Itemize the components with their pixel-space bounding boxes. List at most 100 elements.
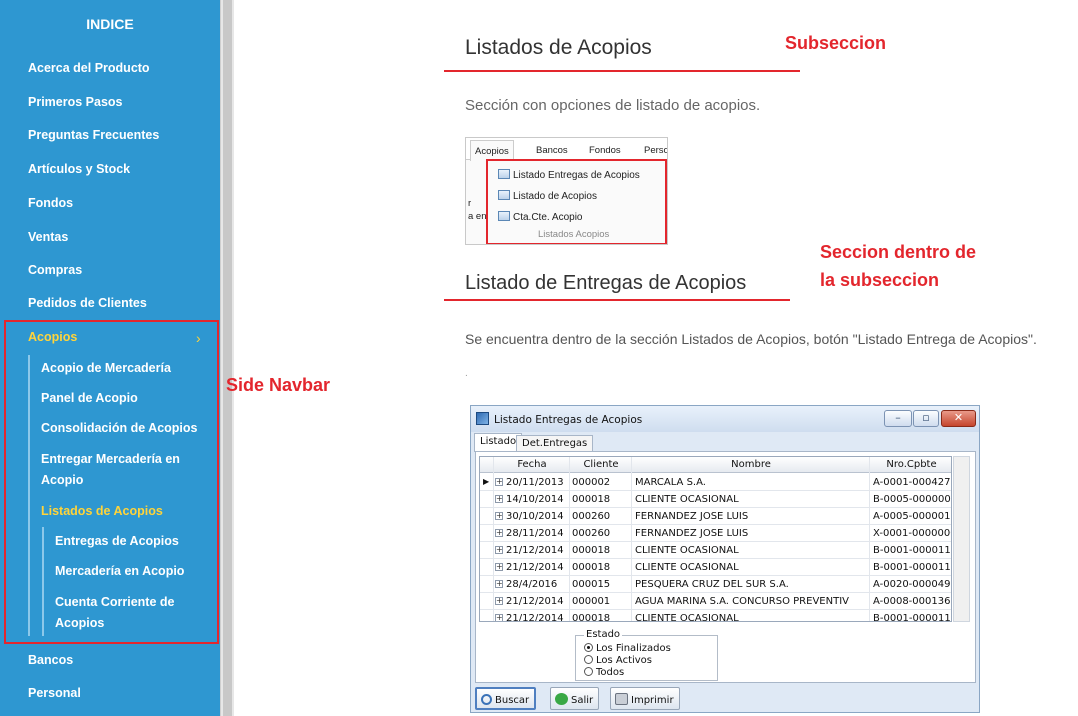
- sidebar-item-acerca-del-producto[interactable]: Acerca del Producto: [28, 61, 150, 75]
- radio-los-activos[interactable]: Los Activos: [584, 655, 652, 666]
- column-header-nro-cpbte[interactable]: Nro.Cpbte: [870, 459, 951, 470]
- table-row[interactable]: +30/10/2014 000260 FERNANDEZ JOSE LUIS A-00…: [480, 508, 951, 525]
- expand-row-icon[interactable]: +: [495, 529, 503, 537]
- cell-fecha: 21/12/2014: [506, 613, 564, 622]
- table-row[interactable]: +21/12/2014 000001 AGUA MARINA S.A. CONCUR…: [480, 593, 951, 610]
- table-row[interactable]: +28/11/2014 000260 FERNANDEZ JOSE LUIS X-00…: [480, 525, 951, 542]
- table-row[interactable]: +21/12/2014 000018 CLIENTE OCASIONAL B-0001…: [480, 559, 951, 576]
- cell-fecha: 21/12/2014: [506, 596, 564, 607]
- cell-fecha: 28/4/2016: [506, 579, 558, 590]
- cell-cliente: 000018: [572, 545, 611, 556]
- table-row[interactable]: +21/12/2014 000018 CLIENTE OCASIONAL B-0001…: [480, 542, 951, 559]
- sidebar-item-preguntas-frecuentes[interactable]: Preguntas Frecuentes: [28, 128, 159, 142]
- annotation-seccion-line1: Seccion dentro de: [820, 242, 977, 262]
- ribbon-tab-bancos[interactable]: Bancos: [536, 145, 568, 156]
- expand-row-icon[interactable]: +: [495, 614, 503, 621]
- sidebar-item-fondos[interactable]: Fondos: [28, 196, 73, 210]
- cell-nro-cpbte: A-0001-00042729: [873, 477, 951, 488]
- expand-row-icon[interactable]: +: [495, 597, 503, 605]
- salir-button[interactable]: Salir: [550, 687, 600, 710]
- sidebar-item-consolidacion-de-acopios[interactable]: Consolidación de Acopios: [41, 418, 198, 439]
- ribbon-ctacte-acopio-button[interactable]: Cta.Cte. Acopio: [498, 211, 582, 223]
- tab-listado[interactable]: Listado: [474, 433, 523, 452]
- imprimir-button[interactable]: Imprimir: [610, 687, 680, 710]
- cell-cliente: 000015: [572, 579, 611, 590]
- minimize-button[interactable]: –: [884, 410, 912, 427]
- section-paragraph: Se encuentra dentro de la sección Listad…: [465, 331, 1037, 347]
- cell-fecha: 28/11/2014: [506, 528, 564, 539]
- sidebar-item-entregas-de-acopios[interactable]: Entregas de Acopios: [55, 531, 179, 552]
- cell-cliente: 000018: [572, 562, 611, 573]
- sidebar-item-ventas[interactable]: Ventas: [28, 230, 68, 244]
- section-heading: Listado de Entregas de Acopios: [465, 272, 747, 294]
- grid-scrollbar[interactable]: [953, 456, 970, 622]
- sidebar-item-pedidos-de-clientes[interactable]: Pedidos de Clientes: [28, 296, 147, 310]
- ribbon-tab-fondos[interactable]: Fondos: [589, 145, 621, 156]
- sidebar-item-mercaderia-en-acopio[interactable]: Mercadería en Acopio: [55, 561, 184, 582]
- table-row[interactable]: ▶ +20/11/2013 000002 MARCALA S.A. A-0001-000…: [480, 474, 951, 491]
- column-header-fecha[interactable]: Fecha: [494, 459, 570, 470]
- ribbon-tab-personal[interactable]: Perso: [644, 145, 667, 156]
- sidebar-item-personal[interactable]: Personal: [28, 686, 81, 700]
- side-navbar: INDICE Acerca del Producto Primeros Paso…: [0, 0, 220, 716]
- sidebar-item-primeros-pasos[interactable]: Primeros Pasos: [28, 95, 123, 109]
- cell-fecha: 14/10/2014: [506, 494, 564, 505]
- button-label: Imprimir: [631, 695, 674, 706]
- close-button[interactable]: ✕: [941, 410, 976, 427]
- cell-fecha: 20/11/2013: [506, 477, 564, 488]
- ribbon-listado-entregas-button[interactable]: Listado Entregas de Acopios: [498, 169, 640, 181]
- expand-row-icon[interactable]: +: [495, 546, 503, 554]
- cell-nombre: FERNANDEZ JOSE LUIS: [635, 528, 749, 539]
- expand-row-icon[interactable]: +: [495, 478, 503, 486]
- window-footer: Buscar Salir Imprimir: [471, 684, 979, 712]
- column-header-nombre[interactable]: Nombre: [632, 459, 870, 470]
- expand-row-icon[interactable]: +: [495, 495, 503, 503]
- window-titlebar[interactable]: Listado Entregas de Acopios – ▫ ✕: [471, 406, 979, 432]
- sidebar-item-bancos[interactable]: Bancos: [28, 653, 73, 667]
- report-icon: [498, 190, 510, 200]
- listado-panel: Fecha Cliente Nombre Nro.Cpbte ▶ +20/11/2…: [475, 451, 976, 683]
- expand-row-icon[interactable]: +: [495, 580, 503, 588]
- cell-nro-cpbte: X-0001-00000002: [873, 528, 951, 539]
- tab-det-entregas[interactable]: Det.Entregas: [516, 435, 594, 452]
- cell-nombre: CLIENTE OCASIONAL: [635, 545, 739, 556]
- scrollbar-thumb[interactable]: [223, 0, 232, 716]
- chevron-right-icon[interactable]: ›: [196, 330, 201, 346]
- cell-nombre: CLIENTE OCASIONAL: [635, 613, 739, 622]
- sidebar-item-articulos-y-stock[interactable]: Artículos y Stock: [28, 162, 130, 176]
- radio-label: Todos: [596, 667, 625, 678]
- cell-nro-cpbte: A-0008-00013672: [873, 596, 951, 607]
- expand-row-icon[interactable]: +: [495, 512, 503, 520]
- maximize-button[interactable]: ▫: [913, 410, 939, 427]
- stray-dot: .: [465, 368, 468, 379]
- sidebar-scrollbar[interactable]: [220, 0, 234, 716]
- radio-todos[interactable]: Todos: [584, 667, 624, 678]
- ribbon-tab-acopios[interactable]: Acopios: [470, 140, 514, 161]
- expand-row-icon[interactable]: +: [495, 563, 503, 571]
- ribbon-item-label: Listado Entregas de Acopios: [513, 170, 640, 181]
- ribbon-tabs: Acopios Bancos Fondos Perso: [466, 138, 667, 161]
- sidebar-item-acopio-de-mercaderia[interactable]: Acopio de Mercadería: [41, 358, 171, 379]
- table-row[interactable]: +28/4/2016 000015 PESQUERA CRUZ DEL SUR S.…: [480, 576, 951, 593]
- table-row[interactable]: +21/12/2014 000018 CLIENTE OCASIONAL B-0001…: [480, 610, 951, 622]
- radio-los-finalizados[interactable]: Los Finalizados: [584, 643, 671, 654]
- cell-fecha: 21/12/2014: [506, 545, 564, 556]
- buscar-button[interactable]: Buscar: [475, 687, 537, 710]
- sidebar-item-panel-de-acopio[interactable]: Panel de Acopio: [41, 388, 138, 409]
- entregas-grid[interactable]: Fecha Cliente Nombre Nro.Cpbte ▶ +20/11/2…: [479, 456, 952, 622]
- current-row-marker: ▶: [483, 477, 490, 486]
- table-row[interactable]: +14/10/2014 000018 CLIENTE OCASIONAL B-0005…: [480, 491, 951, 508]
- column-header-cliente[interactable]: Cliente: [570, 459, 632, 470]
- radio-dot: [584, 655, 593, 664]
- sidebar-item-entregar-mercaderia-en-acopio[interactable]: Entregar Mercadería en Acopio: [41, 449, 191, 491]
- estado-legend: Estado: [584, 629, 623, 640]
- report-icon: [498, 169, 510, 179]
- sidebar-item-cuenta-corriente-de-acopios[interactable]: Cuenta Corriente de Acopios: [55, 592, 195, 634]
- estado-group: Estado Los Finalizados Los Activos Todos: [575, 629, 718, 681]
- sidebar-item-acopios[interactable]: Acopios: [28, 330, 77, 344]
- sidebar-title: INDICE: [86, 16, 134, 32]
- radio-label: Los Activos: [596, 655, 653, 666]
- sidebar-item-compras[interactable]: Compras: [28, 263, 82, 277]
- ribbon-listado-acopios-button[interactable]: Listado de Acopios: [498, 190, 597, 202]
- sidebar-item-listados-de-acopios[interactable]: Listados de Acopios: [41, 501, 163, 522]
